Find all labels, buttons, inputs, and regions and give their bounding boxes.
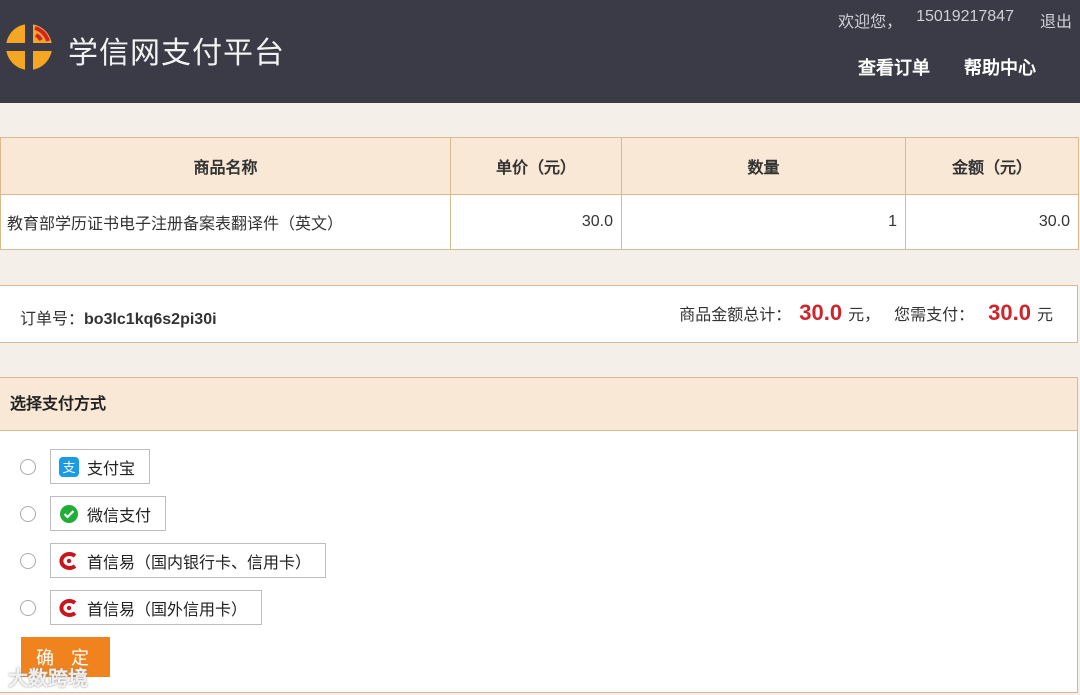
pay-amount: 30.0 [988,300,1031,325]
payease-icon [59,598,77,617]
logout-link[interactable]: 退出 [1040,8,1072,32]
payease-icon [59,551,77,570]
payment-option-wechat: 微信支付 [20,496,167,531]
alipay-icon: 支 [59,456,79,477]
pay-label: 您需支付： [894,307,975,324]
product-table: 商品名称 单价（元） 数量 金额（元） 教育部学历证书电子注册备案表翻译件（英文… [0,137,1079,250]
col-amount: 金额（元） [905,137,1079,195]
option-wechat-label[interactable]: 微信支付 [50,496,167,531]
cell-amount: 30.0 [905,194,1079,250]
user-phone: 15019217847 [916,8,1014,25]
payease-domestic-text: 首信易（国内银行卡、信用卡） [87,554,312,572]
radio-payease-foreign[interactable] [20,599,36,616]
order-totals: 商品金额总计： 30.0 元， 您需支付： 30.0 元 [679,300,1053,326]
radio-alipay[interactable] [20,458,36,475]
payment-option-payease-domestic: 首信易（国内银行卡、信用卡） [20,543,327,578]
welcome-text: 欢迎您， [838,14,903,31]
header: 学信网支付平台 欢迎您， 15019217847 退出 查看订单 帮助中心 [0,0,1080,103]
option-alipay-label[interactable]: 支 支付宝 [50,449,151,484]
pay-unit: 元 [1036,307,1053,324]
cell-product-name: 教育部学历证书电子注册备案表翻译件（英文） [0,194,451,250]
total-unit: 元， [848,307,881,324]
col-unit-price: 单价（元） [450,137,622,195]
wechat-pay-icon [60,504,78,523]
watermark: 大数跨境 [8,668,88,690]
option-payease-foreign-label[interactable]: 首信易（国外信用卡） [50,590,263,625]
cell-unit-price: 30.0 [450,194,622,250]
brand-title: 学信网支付平台 [68,37,285,70]
nav-view-orders[interactable]: 查看订单 [858,54,930,80]
payment-title: 选择支付方式 [0,378,1077,431]
table-row: 教育部学历证书电子注册备案表翻译件（英文） 30.0 1 30.0 [0,194,1079,250]
table-header-row: 商品名称 单价（元） 数量 金额（元） [0,137,1079,195]
col-product-name: 商品名称 [0,137,451,195]
logo-icon [4,22,54,72]
svg-text:支: 支 [62,461,75,476]
option-payease-domestic-label[interactable]: 首信易（国内银行卡、信用卡） [50,543,327,578]
order-number: bo3lc1kq6s2pi30i [84,311,217,328]
order-number-block: 订单号：bo3lc1kq6s2pi30i [20,305,217,329]
payease-foreign-text: 首信易（国外信用卡） [87,601,248,619]
payment-method-panel: 选择支付方式 支 支付宝 微信支付 首信易（国内银行卡、信用卡） 首信易（国外信… [0,377,1078,693]
wechat-text: 微信支付 [87,507,152,525]
total-amount: 30.0 [799,300,843,325]
payment-option-alipay: 支 支付宝 [20,449,151,484]
cell-quantity: 1 [621,194,906,250]
payment-option-payease-foreign: 首信易（国外信用卡） [20,590,263,625]
welcome-bar: 欢迎您， 15019217847 退出 [838,8,1072,32]
col-quantity: 数量 [621,137,906,195]
order-number-label: 订单号： [20,311,85,328]
alipay-text: 支付宝 [87,460,136,478]
total-label: 商品金额总计： [679,307,792,324]
radio-payease-domestic[interactable] [20,552,36,569]
nav-help-center[interactable]: 帮助中心 [964,54,1036,80]
radio-wechat[interactable] [20,505,36,522]
order-summary: 订单号：bo3lc1kq6s2pi30i 商品金额总计： 30.0 元， 您需支… [0,285,1078,343]
top-nav: 查看订单 帮助中心 [858,54,1036,80]
